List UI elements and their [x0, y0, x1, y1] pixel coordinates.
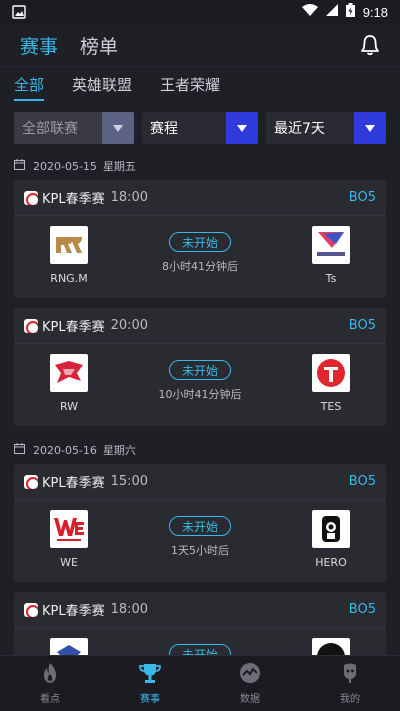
league-name: KPL春季赛: [42, 320, 105, 335]
top-nav: 赛事 榜单: [0, 24, 400, 66]
countdown-text: 8小时41分钟后: [162, 260, 238, 273]
league-select-value: 全部联赛: [22, 121, 78, 137]
date-header: 2020-05-15 星期五: [0, 152, 400, 180]
weekday-text: 星期六: [102, 444, 136, 457]
type-select-value: 赛程: [150, 121, 178, 137]
home-team[interactable]: RNG.M: [14, 226, 124, 285]
chart-icon: [239, 662, 261, 688]
signal-icon: [325, 4, 338, 20]
match-card[interactable]: KPL春季赛 20:00 BO5 RW 未开始 10小时41分钟后 TES: [14, 308, 386, 426]
away-team[interactable]: HERO: [276, 510, 386, 569]
home-team-name: RNG.M: [50, 272, 88, 285]
weekday-text: 星期五: [102, 160, 136, 173]
image-notification-icon: [12, 5, 26, 19]
league-name: KPL春季赛: [42, 476, 105, 491]
tab-lol[interactable]: 英雄联盟: [72, 74, 132, 99]
dropdown-arrow-icon[interactable]: [354, 112, 386, 144]
calendar-icon: [14, 443, 25, 457]
match-status-badge: 未开始: [169, 232, 231, 252]
bottom-tab-label: 赛事: [140, 694, 160, 705]
best-of: BO5: [348, 190, 376, 205]
match-card[interactable]: KPL春季赛 15:00 BO5 WE 未开始 1天5小时后 HERO: [14, 464, 386, 582]
home-team[interactable]: RW: [14, 354, 124, 413]
game-filter-tabs: 全部 英雄联盟 王者荣耀: [0, 66, 400, 106]
profile-icon: [340, 662, 360, 688]
best-of: BO5: [348, 602, 376, 617]
match-status-badge: 未开始: [169, 360, 231, 380]
clock: 9:18: [362, 4, 388, 20]
bottom-tab-profile[interactable]: 我的: [300, 656, 400, 711]
bottom-tab-label: 看点: [40, 694, 60, 705]
league-name: KPL春季赛: [42, 192, 105, 207]
date-header: 2020-05-16 星期六: [0, 436, 400, 464]
countdown-text: 10小时41分钟后: [158, 388, 242, 401]
wifi-icon: [301, 3, 318, 21]
home-team-name: RW: [59, 400, 79, 413]
tab-matches[interactable]: 赛事: [20, 32, 58, 59]
bottom-tab-bar: 看点 赛事 数据 我的: [0, 655, 400, 711]
match-card[interactable]: KPL春季赛 18:00 BO5 RNG.M 未开始 8小时41分钟后 Ts: [14, 180, 386, 298]
type-select[interactable]: 赛程: [142, 112, 258, 144]
bottom-tab-label: 我的: [340, 694, 360, 705]
flame-icon: [40, 662, 60, 688]
rng-logo-icon: [50, 226, 88, 264]
match-time: 20:00: [110, 318, 149, 333]
kpl-logo-icon: [24, 318, 38, 333]
calendar-icon: [14, 159, 25, 173]
bottom-tab-label: 数据: [240, 694, 260, 705]
range-select-value: 最近7天: [274, 121, 325, 137]
match-time: 15:00: [110, 474, 149, 489]
away-team[interactable]: Ts: [276, 226, 386, 285]
range-select[interactable]: 最近7天: [266, 112, 386, 144]
countdown-text: 1天5小时后: [171, 544, 229, 557]
trophy-icon: [139, 662, 161, 688]
date-text: 2020-05-16: [33, 443, 97, 457]
home-team[interactable]: WE: [14, 510, 124, 569]
battery-icon: [345, 3, 355, 21]
bottom-tab-data[interactable]: 数据: [200, 656, 300, 711]
away-team[interactable]: TES: [276, 354, 386, 413]
best-of: BO5: [348, 474, 376, 489]
bottom-tab-matches[interactable]: 赛事: [100, 656, 200, 711]
kpl-logo-icon: [24, 602, 38, 617]
dropdown-arrow-icon[interactable]: [102, 112, 134, 144]
bottom-tab-highlights[interactable]: 看点: [0, 656, 100, 711]
tab-all[interactable]: 全部: [14, 74, 45, 101]
away-team-name: TES: [320, 400, 342, 413]
league-name: KPL春季赛: [42, 604, 105, 619]
rw-logo-icon: [50, 354, 88, 392]
date-text: 2020-05-15: [33, 159, 97, 173]
tab-rankings[interactable]: 榜单: [80, 32, 118, 59]
home-team-name: WE: [60, 556, 78, 569]
match-time: 18:00: [110, 602, 149, 617]
kpl-logo-icon: [24, 474, 38, 489]
away-team-name: HERO: [315, 556, 347, 569]
away-team-name: Ts: [325, 272, 337, 285]
hero-logo-icon: [312, 510, 350, 548]
dropdown-arrow-icon[interactable]: [226, 112, 258, 144]
bell-icon[interactable]: [360, 34, 380, 60]
ts-logo-icon: [312, 226, 350, 264]
match-status-badge: 未开始: [169, 516, 231, 536]
status-bar: 9:18: [0, 0, 400, 24]
we-logo-icon: [50, 510, 88, 548]
kpl-logo-icon: [24, 190, 38, 205]
league-select[interactable]: 全部联赛: [14, 112, 134, 144]
tab-honor-of-kings[interactable]: 王者荣耀: [160, 74, 220, 99]
match-time: 18:00: [110, 190, 149, 205]
filter-bar: 全部联赛 赛程 最近7天: [0, 106, 400, 152]
best-of: BO5: [348, 318, 376, 333]
tes-logo-icon: [312, 354, 350, 392]
